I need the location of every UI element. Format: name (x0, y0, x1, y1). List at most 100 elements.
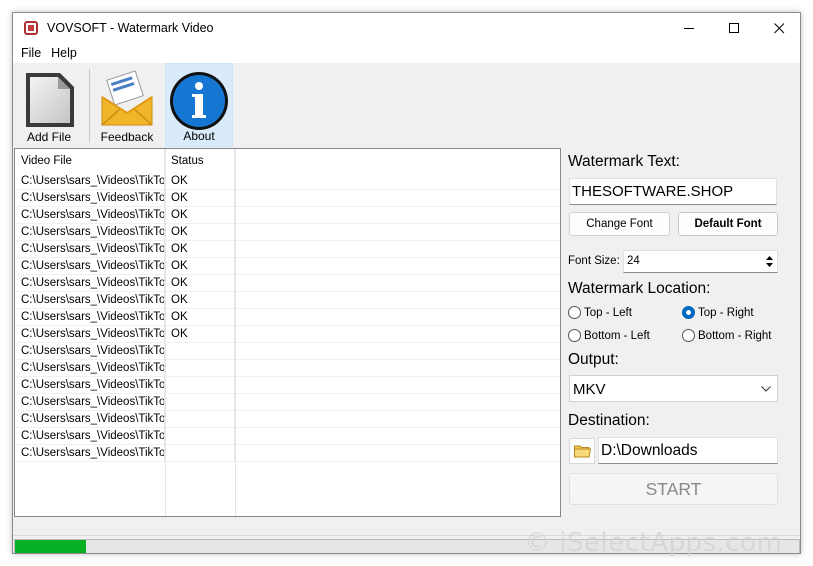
cell-video-file: C:\Users\sars_\Videos\TikTok (15, 173, 165, 190)
feedback-button[interactable]: Feedback (93, 63, 161, 147)
menu-help[interactable]: Help (46, 43, 82, 63)
watermark-text-label: Watermark Text: (568, 153, 680, 170)
cell-video-file: C:\Users\sars_\Videos\TikTok (15, 224, 165, 241)
start-button[interactable]: START (569, 473, 778, 505)
table-row[interactable]: C:\Users\sars_\Videos\TikTok (15, 360, 560, 377)
default-font-button[interactable]: Default Font (678, 212, 778, 236)
column-header-video-file[interactable]: Video File (15, 149, 165, 173)
table-row[interactable]: C:\Users\sars_\Videos\TikTok OK (15, 309, 560, 326)
about-button[interactable]: About (165, 63, 233, 147)
window-title: VOVSOFT - Watermark Video (47, 21, 214, 35)
radio-bottom-right[interactable]: Bottom - Right (682, 329, 772, 342)
chevron-down-icon (761, 386, 771, 392)
table-row[interactable]: C:\Users\sars_\Videos\TikTok (15, 411, 560, 428)
menu-file[interactable]: File (16, 43, 46, 63)
table-row[interactable]: C:\Users\sars_\Videos\TikTok (15, 377, 560, 394)
cell-video-file: C:\Users\sars_\Videos\TikTok (15, 190, 165, 207)
radio-bottom-left-label: Bottom - Left (584, 329, 650, 342)
spin-arrows-icon[interactable] (765, 254, 774, 269)
add-file-label: Add File (26, 130, 72, 144)
add-file-button[interactable]: Add File (15, 63, 83, 147)
column-header-status[interactable]: Status (165, 149, 235, 173)
site-watermark: © iSelectApps.com (524, 528, 783, 558)
toolbar-separator (89, 69, 90, 143)
cell-status (165, 428, 235, 445)
video-list[interactable]: Video File Status C:\Users\sars_\Videos\… (14, 148, 561, 517)
progress-fill (15, 540, 86, 553)
info-icon (170, 72, 228, 130)
close-button[interactable] (756, 13, 800, 43)
cell-video-file: C:\Users\sars_\Videos\TikTok (15, 360, 165, 377)
cell-status: OK (165, 241, 235, 258)
settings-panel: Watermark Text: THESOFTWARE.SHOP Change … (568, 148, 788, 517)
cell-status: OK (165, 309, 235, 326)
table-row[interactable]: C:\Users\sars_\Videos\TikTok (15, 428, 560, 445)
cell-status: OK (165, 275, 235, 292)
toolbar: Add File Feedback About (13, 63, 800, 147)
radio-circle-selected (682, 306, 695, 319)
cell-video-file: C:\Users\sars_\Videos\TikTok (15, 258, 165, 275)
change-font-button[interactable]: Change Font (569, 212, 670, 236)
list-rows: C:\Users\sars_\Videos\TikTok OK C:\Users\s… (15, 173, 560, 462)
table-row[interactable]: C:\Users\sars_\Videos\TikTok OK (15, 173, 560, 190)
app-window: VOVSOFT - Watermark Video File Help Add … (12, 12, 801, 554)
cell-status: OK (165, 190, 235, 207)
table-row[interactable]: C:\Users\sars_\Videos\TikTok OK (15, 292, 560, 309)
cell-video-file: C:\Users\sars_\Videos\TikTok (15, 241, 165, 258)
document-icon (26, 73, 74, 127)
table-row[interactable]: C:\Users\sars_\Videos\TikTok (15, 394, 560, 411)
cell-status (165, 394, 235, 411)
table-row[interactable]: C:\Users\sars_\Videos\TikTok OK (15, 326, 560, 343)
feedback-label: Feedback (100, 130, 154, 144)
output-select[interactable]: MKV (569, 375, 778, 402)
radio-top-left-label: Top - Left (584, 306, 632, 319)
destination-input[interactable]: D:\Downloads (598, 437, 778, 464)
cell-video-file: C:\Users\sars_\Videos\TikTok (15, 445, 165, 462)
table-row[interactable]: C:\Users\sars_\Videos\TikTok OK (15, 190, 560, 207)
cell-status (165, 445, 235, 462)
font-size-spinner[interactable]: 24 (623, 250, 778, 273)
radio-circle (568, 329, 581, 342)
cell-status (165, 343, 235, 360)
minimize-button[interactable] (666, 13, 712, 43)
cell-video-file: C:\Users\sars_\Videos\TikTok (15, 411, 165, 428)
watermark-text-input[interactable]: THESOFTWARE.SHOP (569, 178, 777, 205)
table-row[interactable]: C:\Users\sars_\Videos\TikTok OK (15, 258, 560, 275)
table-row[interactable]: C:\Users\sars_\Videos\TikTok (15, 445, 560, 462)
table-row[interactable]: C:\Users\sars_\Videos\TikTok OK (15, 241, 560, 258)
destination-value: D:\Downloads (601, 442, 698, 459)
envelope-icon (101, 70, 153, 126)
cell-video-file: C:\Users\sars_\Videos\TikTok (15, 207, 165, 224)
cell-status: OK (165, 207, 235, 224)
radio-circle (568, 306, 581, 319)
output-label: Output: (568, 351, 619, 368)
cell-status: OK (165, 173, 235, 190)
maximize-button[interactable] (711, 13, 757, 43)
maximize-icon (728, 22, 739, 33)
browse-folder-button[interactable] (569, 438, 595, 464)
table-row[interactable]: C:\Users\sars_\Videos\TikTok OK (15, 224, 560, 241)
cell-video-file: C:\Users\sars_\Videos\TikTok (15, 326, 165, 343)
about-label: About (183, 129, 215, 143)
cell-video-file: C:\Users\sars_\Videos\TikTok (15, 309, 165, 326)
list-header: Video File Status (15, 149, 560, 173)
cell-status: OK (165, 326, 235, 343)
destination-label: Destination: (568, 412, 650, 429)
location-label: Watermark Location: (568, 280, 711, 297)
table-row[interactable]: C:\Users\sars_\Videos\TikTok OK (15, 207, 560, 224)
table-row[interactable]: C:\Users\sars_\Videos\TikTok (15, 343, 560, 360)
table-row[interactable]: C:\Users\sars_\Videos\TikTok OK (15, 275, 560, 292)
radio-top-left[interactable]: Top - Left (568, 306, 632, 319)
radio-top-right[interactable]: Top - Right (682, 306, 754, 319)
title-bar[interactable]: VOVSOFT - Watermark Video (13, 13, 800, 43)
cell-video-file: C:\Users\sars_\Videos\TikTok (15, 377, 165, 394)
cell-video-file: C:\Users\sars_\Videos\TikTok (15, 292, 165, 309)
cell-video-file: C:\Users\sars_\Videos\TikTok (15, 428, 165, 445)
output-value: MKV (573, 381, 606, 398)
cell-status (165, 411, 235, 428)
radio-bottom-left[interactable]: Bottom - Left (568, 329, 650, 342)
cell-status (165, 377, 235, 394)
close-icon (773, 22, 784, 33)
watermark-text-value: THESOFTWARE.SHOP (572, 183, 734, 200)
menu-bar: File Help (13, 43, 800, 63)
